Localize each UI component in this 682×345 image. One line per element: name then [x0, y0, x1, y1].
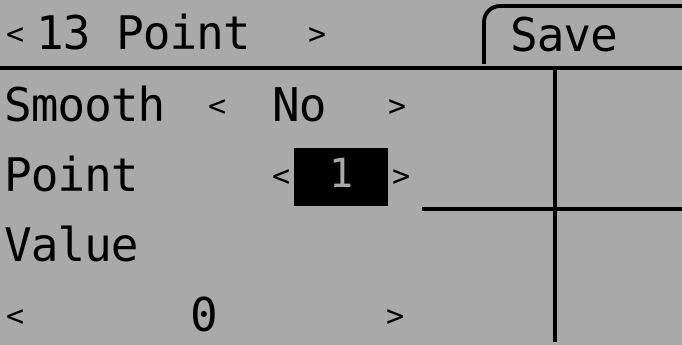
curve-prev-arrow[interactable]: < [6, 20, 24, 50]
value-number[interactable]: 0 [190, 292, 218, 338]
smooth-label: Smooth [4, 78, 165, 132]
smooth-next-arrow[interactable]: > [388, 92, 406, 122]
point-value[interactable]: 1 [294, 154, 388, 194]
save-button[interactable]: Save [510, 12, 618, 58]
point-next-arrow[interactable]: > [392, 162, 410, 192]
curve-next-arrow[interactable]: > [308, 20, 326, 50]
smooth-prev-arrow[interactable]: < [208, 92, 226, 122]
value-label: Value [4, 218, 138, 272]
value-next-arrow[interactable]: > [386, 302, 404, 332]
lcd-screen: < 13 Point > Save Smooth < No > Point < … [0, 0, 682, 345]
point-label: Point [4, 148, 138, 202]
graph-y-axis [553, 70, 557, 342]
point-prev-arrow[interactable]: < [272, 162, 290, 192]
value-prev-arrow[interactable]: < [6, 302, 24, 332]
header-divider [0, 66, 682, 70]
smooth-value[interactable]: No [272, 82, 326, 128]
curve-title: 13 Point [36, 6, 251, 60]
point-selector-highlight[interactable]: 1 [294, 148, 388, 206]
graph-x-axis [422, 207, 682, 211]
